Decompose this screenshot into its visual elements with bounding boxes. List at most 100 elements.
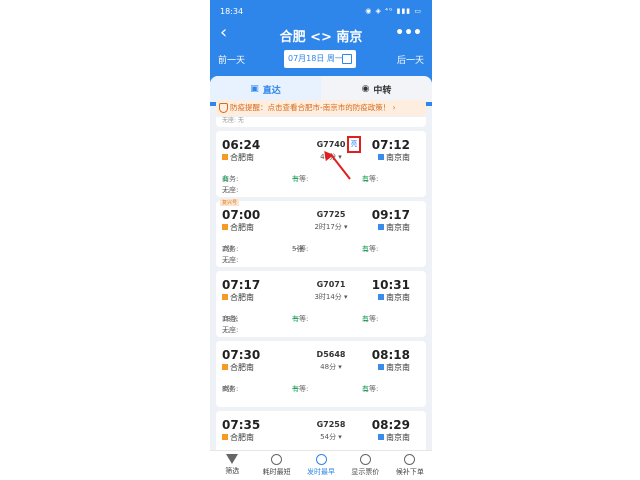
seat-value: 5张 (292, 245, 304, 253)
waitlist-order-button[interactable]: 候补下单 (388, 451, 432, 480)
arrival-time: 09:17 (371, 208, 410, 222)
from-station-label: 合肥南 (230, 363, 254, 372)
start-station-icon (222, 154, 228, 160)
bottom-toolbar: 筛选 耗时最短 发时最早 显示票价 候补下单 (210, 450, 432, 480)
to-station-label: 南京南 (386, 363, 410, 372)
end-station-icon (378, 154, 384, 160)
departure-time: 07:17 (222, 278, 261, 292)
to-station-label: 南京南 (386, 153, 410, 162)
price-tag-icon (359, 454, 371, 465)
start-station-icon (222, 364, 228, 370)
tab-direct[interactable]: ▣ 直达 (210, 76, 321, 102)
to-station: 南京南 (378, 152, 410, 163)
status-icons: ◉ ◈ ⁴ᴳ ▮▮▮ ▭ (365, 7, 422, 15)
to-station: 南京南 (378, 432, 410, 443)
date-label: 07月18日 周一 (288, 54, 343, 63)
train-number: G7258 (316, 420, 346, 429)
seat-value: 8张 (222, 385, 234, 393)
tab-transfer[interactable]: ◉ 中转 (321, 76, 432, 102)
earliest-departure-button[interactable]: 发时最早 (299, 451, 343, 480)
duration[interactable]: 48分 ▾ (296, 362, 366, 372)
tab-transfer-label: 中转 (373, 85, 392, 96)
to-station-label: 南京南 (386, 293, 410, 302)
from-station: 合肥南 (222, 152, 254, 163)
prev-day-button[interactable]: 前一天 (218, 53, 245, 66)
from-station-label: 合肥南 (230, 433, 254, 442)
duration[interactable]: 2时17分 ▾ (296, 222, 366, 232)
departure-time: 07:30 (222, 348, 261, 362)
train-icon: ▣ (250, 84, 259, 94)
earliest-departure-label: 发时最早 (307, 468, 336, 476)
end-station-icon (378, 434, 384, 440)
to-station: 南京南 (378, 362, 410, 373)
next-day-button[interactable]: 后一天 (397, 53, 424, 66)
seat-value: 有 (292, 315, 299, 323)
from-station-label: 合肥南 (230, 293, 254, 302)
end-station-icon (378, 224, 384, 230)
end-station-icon (378, 294, 384, 300)
calendar-icon (342, 54, 352, 64)
duration[interactable]: 3时14分 ▾ (296, 292, 366, 302)
seat-value: 有 (292, 385, 299, 393)
end-station-icon (378, 364, 384, 370)
train-number: G7725 (316, 210, 346, 219)
to-station-label: 南京南 (386, 223, 410, 232)
waitlist-order-label: 候补下单 (395, 468, 424, 476)
start-station-icon (222, 434, 228, 440)
shortest-time-label: 耗时最短 (262, 468, 291, 476)
train-card[interactable]: 06:24 G7740 48分 ▾ 07:12 合肥南 南京南 商务: 有 一等… (216, 131, 426, 197)
to-station: 南京南 (378, 292, 410, 303)
departure-time: 07:35 (222, 418, 261, 432)
seat-value: 有 (222, 175, 229, 183)
status-time: 18:34 (220, 7, 244, 16)
arrival-time: 10:31 (371, 278, 410, 292)
filter-button[interactable]: 筛选 (210, 451, 254, 480)
show-price-button[interactable]: 显示票价 (343, 451, 387, 480)
from-station-label: 合肥南 (230, 153, 254, 162)
seat-value: 无 (222, 256, 229, 264)
start-station-icon (222, 224, 228, 230)
seat-value: 无 (222, 186, 229, 194)
stub-text: 无座: 无 (222, 117, 244, 124)
clock-icon (315, 454, 327, 465)
to-station: 南京南 (378, 222, 410, 233)
seat-value: 有 (362, 245, 369, 253)
seat-value: 18张 (222, 315, 238, 323)
shortest-time-button[interactable]: 耗时最短 (254, 451, 298, 480)
phone-screen: 18:34 ◉ ◈ ⁴ᴳ ▮▮▮ ▭ ‹ 合肥 <> 南京 ••• 前一天 07… (210, 0, 432, 480)
duration[interactable]: 54分 ▾ (296, 432, 366, 442)
train-card[interactable]: 07:30 D5648 48分 ▾ 08:18 合肥南 南京南 商务: 8张 一… (216, 341, 426, 407)
arrival-time: 08:18 (371, 348, 410, 362)
from-station: 合肥南 (222, 432, 254, 443)
show-price-label: 显示票价 (351, 468, 380, 476)
seat-value: 有 (292, 175, 299, 183)
more-button[interactable]: ••• (395, 25, 422, 41)
seat-value: 有 (362, 175, 369, 183)
arrival-time: 07:12 (371, 138, 410, 152)
train-card[interactable]: 复兴号 07:00 G7725 2时17分 ▾ 09:17 合肥南 南京南 商务… (216, 199, 426, 267)
departure-time: 06:24 (222, 138, 261, 152)
start-station-icon (222, 294, 228, 300)
seat-value: 2张 (222, 245, 234, 253)
train-number: G7071 (316, 280, 346, 289)
tab-direct-label: 直达 (262, 85, 281, 96)
highlight-badge[interactable]: 亮 (347, 136, 361, 153)
to-station-label: 南京南 (386, 433, 410, 442)
date-picker[interactable]: 07月18日 周一 (284, 50, 356, 68)
fuxing-tag: 复兴号 (220, 199, 240, 206)
from-station: 合肥南 (222, 292, 254, 303)
waitlist-icon (404, 454, 416, 465)
train-list: 无座: 无 06:24 G7740 48分 ▾ 07:12 合肥南 南京南 商务… (216, 117, 426, 477)
filter-icon (226, 454, 239, 464)
clock-icon (271, 454, 283, 465)
train-card[interactable]: 07:17 G7071 3时14分 ▾ 10:31 合肥南 南京南 商务: 18… (216, 271, 426, 337)
arrival-time: 08:29 (371, 418, 410, 432)
transfer-icon: ◉ (361, 84, 370, 94)
filter-label: 筛选 (225, 467, 240, 475)
train-number: D5648 (316, 350, 346, 359)
list-item-stub: 无座: 无 (216, 117, 426, 127)
epidemic-notice[interactable]: 防疫提醒：点击查看合肥市-南京市的防疫政策！ › (216, 100, 426, 116)
seat-value: 有 (362, 385, 369, 393)
notice-text: 防疫提醒：点击查看合肥市-南京市的防疫政策！ › (230, 103, 396, 112)
shield-icon (219, 103, 228, 113)
